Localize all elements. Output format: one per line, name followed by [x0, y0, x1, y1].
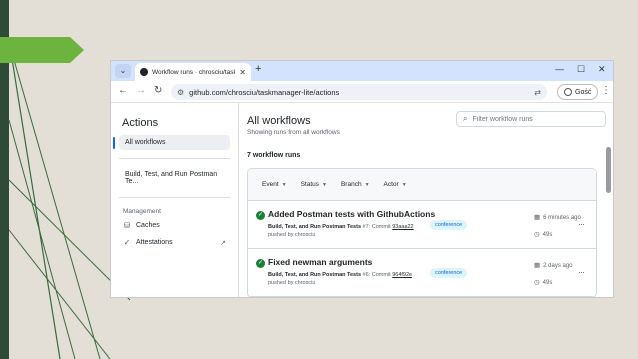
caret-down-icon: ▼ [322, 181, 327, 188]
branch-label[interactable]: conference [430, 268, 468, 278]
search-icon: ⌕ [463, 114, 468, 123]
scrollbar-thumb[interactable] [606, 147, 611, 193]
more-options-icon[interactable]: ··· [578, 267, 585, 277]
run-title[interactable]: Fixed newman arguments [268, 257, 372, 267]
external-link-icon: ↗ [220, 239, 226, 247]
minimize-button[interactable]: — [555, 64, 564, 74]
browser-menu-button[interactable]: ⋮ [601, 85, 611, 96]
caret-down-icon: ▼ [364, 181, 370, 188]
url-bar[interactable]: ⚙ github.com/chrosciu/taskmanager-lite/a… [171, 84, 547, 100]
sidebar-item-workflow[interactable]: Build, Test, and Run Postman Te... [119, 167, 230, 189]
filter-box: ⌕ [456, 111, 606, 127]
branch-label[interactable]: conference [430, 220, 468, 230]
url-text: github.com/chrosciu/taskmanager-lite/act… [189, 87, 340, 97]
tab-strip: ⌄ Workflow runs · chrosciu/taskma ✕ + — … [111, 61, 613, 81]
translate-icon[interactable]: ⇄ [534, 88, 541, 97]
run-duration: ◷ 49s [534, 279, 553, 286]
back-button[interactable]: ← [118, 85, 128, 96]
reload-button[interactable]: ↻ [154, 85, 162, 96]
tab-title: Workflow runs · chrosciu/taskma [152, 68, 235, 76]
close-window-button[interactable]: ✕ [598, 64, 606, 75]
run-meta: Build, Test, and Run Postman Tests #7: C… [268, 224, 414, 230]
sidebar-item-label: Caches [136, 222, 160, 229]
verified-icon: ✓ [123, 238, 131, 247]
workflow-runs-main: All workflows Showing runs from all work… [239, 103, 613, 297]
database-icon: ⛁ [123, 221, 131, 230]
sidebar-item-attestations[interactable]: ✓ Attestations ↗ [119, 234, 230, 251]
page-scrollbar[interactable] [606, 103, 611, 293]
actions-sidebar: Actions All workflows Build, Test, and R… [111, 103, 239, 297]
page-subtitle: Showing runs from all workflows [247, 129, 340, 136]
more-options-icon[interactable]: ··· [578, 219, 585, 229]
commit-link[interactable]: 93aaa22 [392, 224, 413, 230]
slide-arrow-shape [0, 37, 84, 63]
sidebar-item-label: Attestations [136, 239, 173, 246]
profile-button[interactable]: Gość [557, 84, 599, 100]
forward-button[interactable]: → [136, 85, 146, 96]
profile-label: Gość [575, 88, 592, 96]
stopwatch-icon: ◷ [534, 279, 540, 286]
github-icon [140, 68, 148, 76]
maximize-button[interactable]: ☐ [577, 64, 585, 75]
caret-down-icon: ▼ [401, 181, 407, 188]
run-meta: Build, Test, and Run Postman Tests #6: C… [268, 272, 413, 278]
tab-close-icon[interactable]: ✕ [239, 68, 246, 77]
calendar-icon: ▦ [534, 214, 541, 221]
workflow-runs-count: 7 workflow runs [247, 152, 301, 159]
status-filter-dropdown[interactable]: Status ▼ [301, 181, 327, 188]
event-filter-dropdown[interactable]: Event ▼ [262, 181, 287, 188]
commit-link[interactable]: 964f92e [392, 272, 412, 278]
sidebar-management-heading: Management [123, 208, 161, 215]
sidebar-divider [119, 158, 230, 159]
calendar-icon: ▦ [534, 262, 541, 269]
run-duration: ◷ 49s [534, 231, 553, 238]
branch-filter-dropdown[interactable]: Branch ▼ [341, 181, 370, 188]
run-pushed-by: pushed by chrosciu [268, 280, 316, 286]
run-time: ▦ 2 days ago [534, 262, 573, 269]
run-title[interactable]: Added Postman tests with GithubActions [268, 209, 435, 219]
sidebar-title: Actions [122, 117, 159, 129]
sidebar-divider [119, 197, 230, 198]
runs-filter-bar: Event ▼ Status ▼ Branch ▼ Actor ▼ [248, 169, 596, 201]
actor-filter-dropdown[interactable]: Actor ▼ [384, 181, 407, 188]
run-time: ▦ 6 minutes ago [534, 214, 581, 221]
sidebar-item-caches[interactable]: ⛁ Caches [119, 217, 230, 234]
workflow-run-row[interactable]: ✓ Added Postman tests with GithubActions… [248, 201, 596, 249]
tab-search-button[interactable]: ⌄ [115, 64, 131, 78]
profile-avatar-icon [564, 88, 572, 96]
run-pushed-by: pushed by chrosciu [268, 232, 316, 238]
success-check-icon: ✓ [256, 211, 265, 220]
workflow-runs-list: Event ▼ Status ▼ Branch ▼ Actor ▼ ✓ Added Po… [247, 168, 597, 297]
sidebar-item-all-workflows[interactable]: All workflows [113, 135, 230, 150]
address-bar-row: ← → ↻ ⚙ github.com/chrosciu/taskmanager-… [111, 81, 613, 103]
browser-tab-active[interactable]: Workflow runs · chrosciu/taskma ✕ [135, 63, 251, 81]
site-settings-icon[interactable]: ⚙ [177, 88, 184, 97]
new-tab-button[interactable]: + [255, 63, 261, 75]
filter-workflow-runs-input[interactable] [472, 115, 593, 123]
success-check-icon: ✓ [256, 259, 265, 268]
stopwatch-icon: ◷ [534, 231, 540, 238]
github-actions-page: Actions All workflows Build, Test, and R… [111, 103, 613, 297]
browser-window: ⌄ Workflow runs · chrosciu/taskma ✕ + — … [110, 60, 614, 298]
workflow-run-row[interactable]: ✓ Fixed newman arguments Build, Test, an… [248, 249, 596, 297]
caret-down-icon: ▼ [281, 181, 287, 188]
